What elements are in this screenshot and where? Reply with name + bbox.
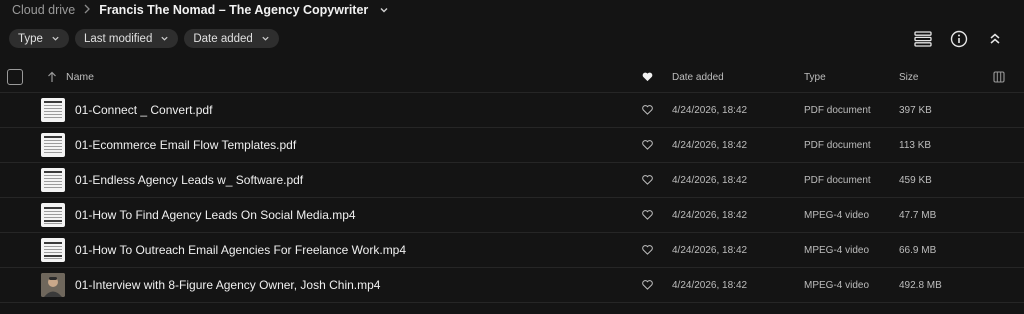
favourite-column-heart-icon[interactable]	[640, 62, 654, 92]
file-type: MPEG-4 video	[804, 209, 870, 221]
table-row[interactable]: 01-How To Outreach Email Agencies For Fr…	[0, 233, 1024, 268]
file-name[interactable]: 01-Interview with 8-Figure Agency Owner,…	[75, 268, 380, 302]
table-row[interactable]: 01-Interview with 8-Figure Agency Owner,…	[0, 268, 1024, 303]
chevron-down-icon	[262, 36, 269, 41]
table-row[interactable]: 01-Ecommerce Email Flow Templates.pdf 4/2…	[0, 128, 1024, 163]
breadcrumb-separator-icon	[83, 3, 91, 17]
select-all-checkbox[interactable]	[7, 62, 23, 92]
column-header-size[interactable]: Size	[899, 62, 918, 92]
filter-last-modified[interactable]: Last modified	[74, 29, 179, 48]
file-size: 397 KB	[899, 104, 932, 116]
list-view-icon[interactable]	[912, 28, 934, 50]
file-size: 47.7 MB	[899, 209, 937, 221]
video-thumbnail	[41, 273, 65, 297]
collapse-icon[interactable]	[984, 28, 1006, 50]
file-date-added: 4/24/2026, 18:42	[672, 104, 748, 116]
file-size: 459 KB	[899, 174, 932, 186]
filter-date-added[interactable]: Date added	[184, 29, 279, 48]
file-type: MPEG-4 video	[804, 244, 870, 256]
favourite-heart-icon[interactable]	[640, 128, 654, 162]
file-thumbnail	[41, 168, 65, 192]
breadcrumb-current-folder[interactable]: Francis The Nomad – The Agency Copywrite…	[99, 3, 368, 17]
file-name[interactable]: 01-Connect _ Convert.pdf	[75, 93, 212, 127]
file-size: 66.9 MB	[899, 244, 937, 256]
file-date-added: 4/24/2026, 18:42	[672, 209, 748, 221]
table-row[interactable]: 01-How To Find Agency Leads On Social Me…	[0, 198, 1024, 233]
favourite-heart-icon[interactable]	[640, 268, 654, 302]
file-name[interactable]: 01-Endless Agency Leads w_ Software.pdf	[75, 163, 303, 197]
filter-type[interactable]: Type	[9, 29, 69, 48]
sort-arrow-up-icon[interactable]	[47, 62, 57, 92]
file-size: 492.8 MB	[899, 279, 942, 291]
filter-date-added-label: Date added	[193, 32, 253, 45]
chevron-down-icon	[161, 36, 168, 41]
file-type: PDF document	[804, 174, 871, 186]
table-row[interactable]: 01-Connect _ Convert.pdf 4/24/2026, 18:42…	[0, 93, 1024, 128]
file-date-added: 4/24/2026, 18:42	[672, 279, 748, 291]
favourite-heart-icon[interactable]	[640, 93, 654, 127]
breadcrumb-cloud-drive[interactable]: Cloud drive	[12, 3, 75, 17]
filter-last-modified-label: Last modified	[83, 32, 153, 45]
file-thumbnail	[41, 203, 65, 227]
file-type: PDF document	[804, 104, 871, 116]
filter-type-label: Type	[18, 32, 43, 45]
file-name[interactable]: 01-Ecommerce Email Flow Templates.pdf	[75, 128, 296, 162]
filter-bar: Type Last modified Date added	[9, 29, 279, 48]
file-table: Name Date added Type Size 01-Connect _ C…	[0, 62, 1024, 303]
table-header: Name Date added Type Size	[0, 62, 1024, 93]
table-row[interactable]: 01-Endless Agency Leads w_ Software.pdf 4…	[0, 163, 1024, 198]
file-thumbnail	[41, 238, 65, 262]
file-date-added: 4/24/2026, 18:42	[672, 139, 748, 151]
file-size: 113 KB	[899, 139, 932, 151]
file-name[interactable]: 01-How To Outreach Email Agencies For Fr…	[75, 233, 406, 267]
column-header-name[interactable]: Name	[66, 62, 94, 92]
file-name[interactable]: 01-How To Find Agency Leads On Social Me…	[75, 198, 356, 232]
breadcrumb: Cloud drive Francis The Nomad – The Agen…	[12, 0, 390, 20]
file-thumbnail	[41, 98, 65, 122]
file-type: PDF document	[804, 139, 871, 151]
file-date-added: 4/24/2026, 18:42	[672, 174, 748, 186]
columns-settings-icon[interactable]	[993, 62, 1005, 92]
chevron-down-icon[interactable]	[378, 4, 390, 16]
file-type: MPEG-4 video	[804, 279, 870, 291]
chevron-down-icon	[52, 36, 59, 41]
favourite-heart-icon[interactable]	[640, 198, 654, 232]
column-header-date-added[interactable]: Date added	[672, 62, 724, 92]
file-browser: Cloud drive Francis The Nomad – The Agen…	[0, 0, 1024, 314]
file-date-added: 4/24/2026, 18:42	[672, 244, 748, 256]
info-icon[interactable]	[948, 28, 970, 50]
favourite-heart-icon[interactable]	[640, 163, 654, 197]
file-thumbnail	[41, 133, 65, 157]
favourite-heart-icon[interactable]	[640, 233, 654, 267]
view-tools	[912, 28, 1006, 50]
column-header-type[interactable]: Type	[804, 62, 826, 92]
